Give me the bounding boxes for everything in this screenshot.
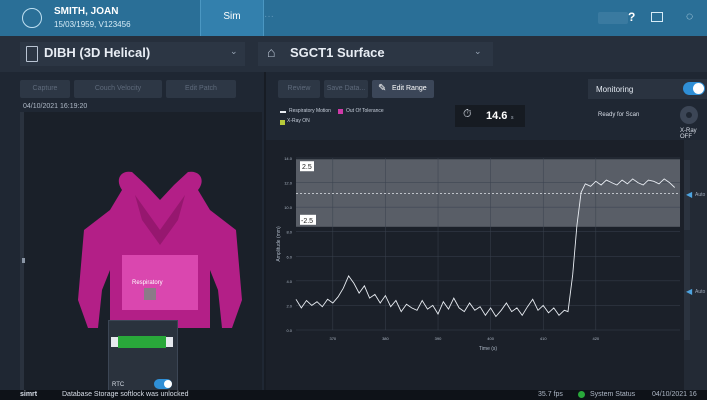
respiratory-legend-swatch — [280, 111, 286, 113]
couch-velocity-button[interactable]: Couch Velocity — [74, 80, 162, 98]
y-tick-label: 8.0 — [286, 230, 292, 235]
status-date: 04/10/2021 16 — [652, 391, 697, 398]
x-tick-label: 390 — [435, 336, 442, 341]
lower-range-handle-icon[interactable]: ◀ — [686, 287, 692, 296]
out-of-tolerance-legend-swatch — [338, 109, 343, 114]
edit-patch-button[interactable]: Edit Patch — [166, 80, 236, 98]
rtc-label: RTC — [112, 382, 125, 388]
xray-legend-label: X-Ray ON — [287, 118, 310, 124]
tab-sim-label: Sim — [223, 11, 241, 22]
x-tick-label: 380 — [382, 336, 389, 341]
lower-tolerance-label: -2.5 — [301, 218, 313, 225]
upper-tolerance-label: 2.5 — [302, 164, 312, 171]
rtc-status-bar — [118, 336, 166, 348]
plan-document-icon — [26, 46, 38, 62]
chevron-down-icon: ⌄ — [474, 46, 482, 56]
xray-state-label: X-Ray OFF — [680, 128, 697, 140]
x-tick-label: 420 — [592, 336, 599, 341]
chevron-down-icon: ⌄ — [230, 46, 238, 56]
y-tick-label: 2.0 — [286, 303, 292, 308]
y-tick-label: 6.0 — [286, 254, 292, 259]
rtc-bar-right-cap — [166, 337, 173, 347]
system-status-label[interactable]: System Status — [590, 391, 635, 398]
monitor-icon[interactable] — [651, 12, 663, 22]
monitoring-label: Monitoring — [596, 85, 634, 94]
upper-auto-label: Auto — [695, 192, 706, 198]
radiation-icon-center — [686, 112, 692, 118]
patient-info: 15/03/1959, V123456 — [54, 20, 131, 29]
left-panel-scrollbar[interactable] — [20, 112, 24, 392]
monitoring-toggle-knob[interactable] — [693, 83, 704, 94]
review-button[interactable]: Review — [278, 80, 320, 98]
xray-legend-swatch — [280, 120, 285, 125]
timer-value: 14.6 — [486, 110, 508, 122]
tab-other-dimmed[interactable]: ··· — [264, 11, 274, 22]
out-of-tolerance-legend-label: Out Of Tolerance — [346, 108, 384, 114]
upper-range-handle-icon[interactable]: ◀ — [686, 190, 692, 199]
respiratory-region-label: Respiratory — [132, 280, 163, 286]
lower-auto-label: Auto — [695, 289, 706, 295]
app-logo: simrt — [20, 391, 38, 398]
system-ok-icon — [578, 391, 585, 398]
y-axis-label: Amplitude (mm) — [276, 226, 282, 262]
plan-select-value: DIBH (3D Helical) — [44, 45, 151, 60]
left-toolbar: Capture Couch Velocity Edit Patch — [20, 80, 242, 98]
timer-unit: s — [511, 115, 514, 121]
surface-select-value: SGCT1 Surface — [290, 45, 385, 60]
tolerance-band — [296, 159, 680, 227]
y-tick-label: 10.0 — [284, 205, 293, 210]
y-tick-label: 12.0 — [284, 181, 293, 186]
patient-name: SMITH, JOAN — [54, 6, 119, 17]
edit-range-label: Edit Range — [392, 85, 427, 92]
rtc-toggle-knob[interactable] — [164, 380, 172, 388]
respiratory-marker — [144, 288, 156, 300]
x-tick-label: 400 — [487, 336, 494, 341]
fps-readout: 35.7 fps — [538, 391, 563, 398]
respiratory-legend-label: Respiratory Motion — [289, 108, 331, 114]
save-data-button[interactable]: Save Data... — [324, 80, 368, 98]
capture-button[interactable]: Capture — [20, 80, 70, 98]
stopwatch-icon: ⏱ — [463, 108, 472, 120]
pencil-icon: ✎ — [378, 83, 387, 94]
y-tick-label: 14.0 — [284, 156, 293, 161]
surface-icon: ⌂ — [267, 44, 276, 60]
capture-timestamp: 04/10/2021 16:19:20 — [23, 103, 88, 110]
y-tick-label: 4.0 — [286, 279, 292, 284]
x-tick-label: 370 — [329, 336, 336, 341]
power-icon[interactable]: ◌ — [686, 9, 693, 23]
patient-avatar-icon — [22, 8, 42, 28]
y-tick-label: 0.0 — [286, 328, 292, 333]
rtc-bar-left-cap — [111, 337, 118, 347]
resize-handle[interactable] — [22, 258, 25, 263]
tab-sim[interactable]: Sim — [200, 0, 264, 36]
respiratory-chart[interactable]: 0.0 2.0 4.0 6.0 8.0 10.0 12.0 14.0 370 380 390 400 4… — [266, 140, 684, 390]
top-menu-button[interactable] — [598, 12, 628, 24]
x-axis-label: Time (s) — [479, 346, 497, 352]
ready-status: Ready for Scan — [598, 112, 640, 118]
status-message: Database Storage softlock was unlocked — [62, 391, 189, 398]
x-tick-label: 410 — [540, 336, 547, 341]
help-icon[interactable]: ? — [628, 10, 635, 24]
